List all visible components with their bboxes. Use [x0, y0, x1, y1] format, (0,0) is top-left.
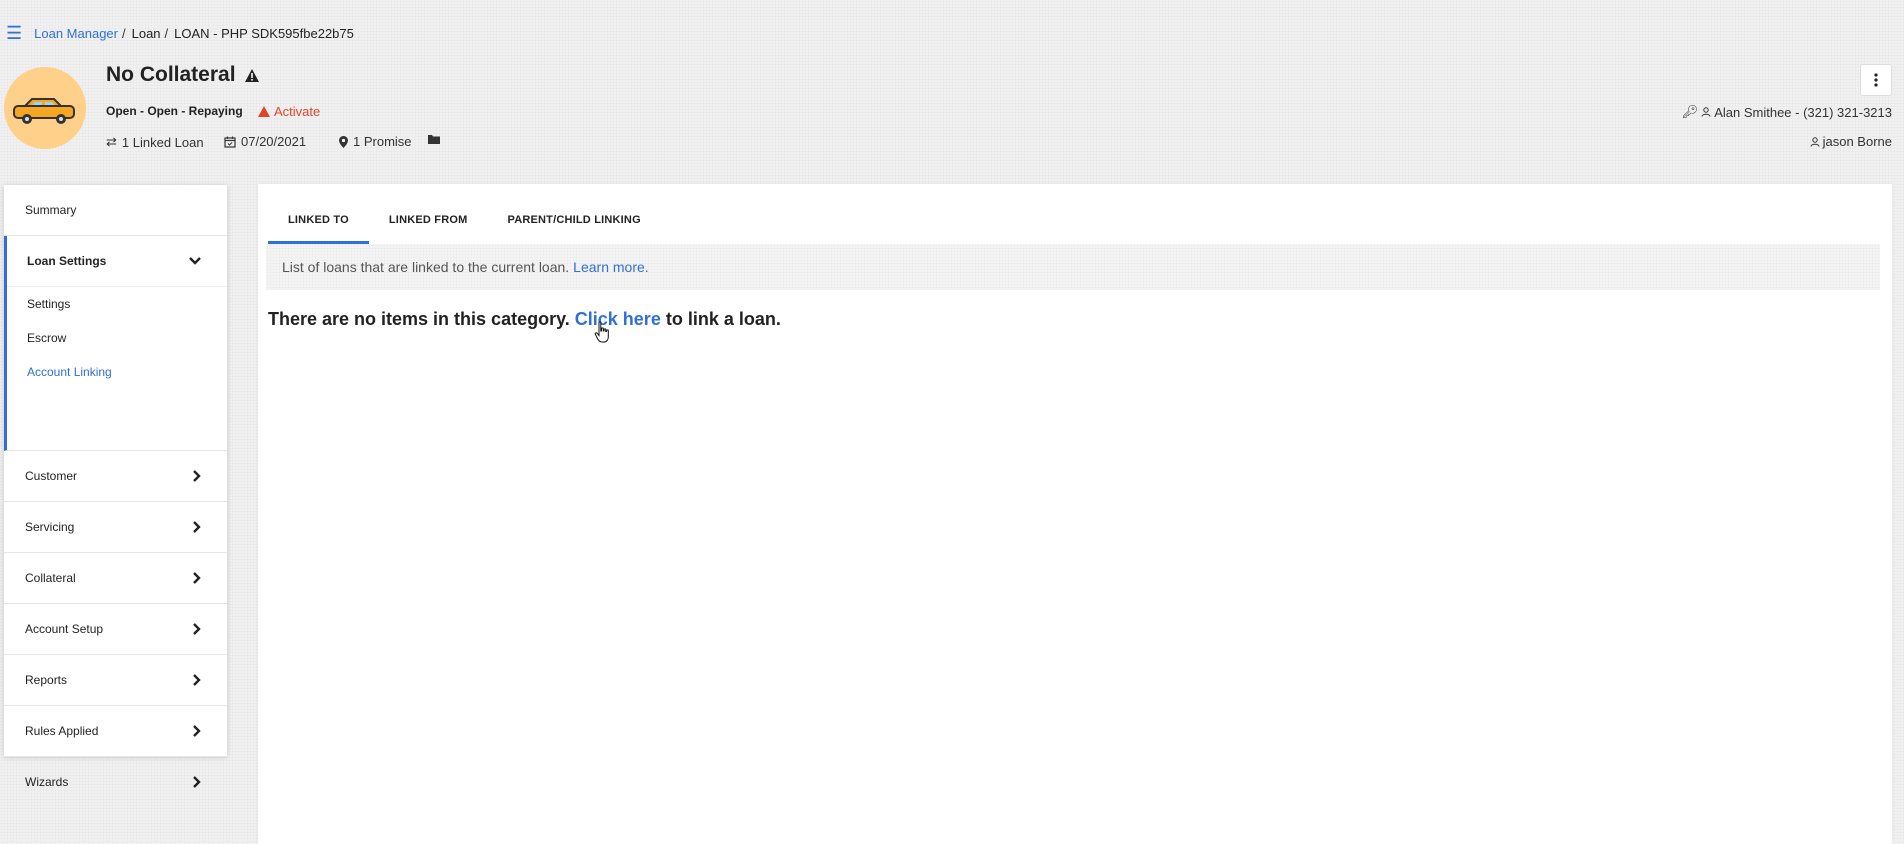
loan-date: 07/20/2021: [241, 134, 307, 149]
sidebar-item-rules-applied[interactable]: Rules Applied: [4, 706, 227, 757]
user-icon: [1810, 136, 1820, 147]
sidebar-item-summary[interactable]: Summary: [4, 185, 227, 236]
chevron-right-icon: [193, 776, 201, 788]
avatar: [4, 67, 86, 149]
sidebar-item-label: Wizards: [25, 775, 69, 789]
sidebar-item-label: Customer: [25, 469, 78, 483]
breadcrumb-loan: Loan: [131, 25, 161, 41]
activate-label: Activate: [274, 104, 321, 119]
contact-info: Alan Smithee - (321) 321-3213: [1714, 104, 1892, 120]
linked-loan-meta[interactable]: ⇄ 1 Linked Loan: [106, 134, 204, 150]
folder-meta[interactable]: [428, 134, 440, 144]
sidebar-item-account-setup[interactable]: Account Setup: [4, 604, 227, 655]
sidebar-item-label: Loan Settings: [27, 254, 107, 268]
assignee[interactable]: jason Borne: [1810, 134, 1892, 149]
sidebar-item-label: Account Setup: [25, 622, 104, 636]
sidebar-item-servicing[interactable]: Servicing: [4, 502, 227, 553]
activate-button[interactable]: Activate: [258, 104, 320, 119]
map-pin-icon: [339, 135, 348, 148]
tab-linked-to[interactable]: LINKED TO: [268, 210, 369, 244]
chevron-right-icon: [193, 674, 201, 686]
breadcrumb-current: LOAN - PHP SDK595fbe22b75: [174, 25, 354, 41]
promise-count: 1 Promise: [353, 134, 412, 149]
sidebar-item-label: Servicing: [25, 520, 75, 534]
sidebar-item-wizards[interactable]: Wizards: [4, 757, 227, 807]
chevron-right-icon: [193, 623, 201, 635]
sidebar-item-label: Summary: [25, 203, 77, 217]
chevron-right-icon: [193, 725, 201, 737]
promise-meta[interactable]: 1 Promise: [339, 134, 412, 149]
link-loan-link[interactable]: Click here: [575, 309, 661, 329]
breadcrumb-loan-manager[interactable]: Loan Manager: [34, 26, 118, 41]
kebab-menu-icon: [1874, 73, 1878, 87]
tab-linked-from[interactable]: LINKED FROM: [369, 210, 488, 244]
car-icon: [13, 98, 75, 124]
tab-parent-child-linking[interactable]: PARENT/CHILD LINKING: [487, 210, 660, 244]
chevron-right-icon: [193, 521, 201, 533]
empty-state-message: There are no items in this category. Cli…: [268, 309, 781, 330]
loan-status: Open - Open - Repaying: [106, 104, 243, 118]
sidebar-item-label: Rules Applied: [25, 724, 99, 738]
sidebar-item-loan-settings[interactable]: Loan Settings: [7, 236, 227, 287]
breadcrumb-separator: /: [121, 25, 126, 41]
empty-state-prefix: There are no items in this category.: [268, 309, 570, 329]
warning-icon: [244, 68, 259, 82]
assignee-name: jason Borne: [1822, 134, 1892, 149]
chevron-right-icon: [193, 572, 201, 584]
hamburger-menu-icon[interactable]: ☰: [6, 24, 22, 42]
page-title: No Collateral: [106, 63, 260, 87]
sidebar-item-collateral[interactable]: Collateral: [4, 553, 227, 604]
hand-cursor-icon: [594, 321, 609, 343]
info-banner: List of loans that are linked to the cur…: [266, 244, 1880, 290]
sidebar-subitem-escrow[interactable]: Escrow: [7, 321, 227, 355]
linked-loan-count: 1 Linked Loan: [121, 134, 204, 150]
key-icon: 🔑︎: [1681, 104, 1699, 119]
main-panel: LINKED TO LINKED FROM PARENT/CHILD LINKI…: [258, 184, 1892, 844]
calendar-icon: [224, 136, 236, 148]
swap-arrows-icon: ⇄: [106, 134, 117, 149]
sidebar-group-loan-settings: Loan Settings Settings Escrow Account Li…: [4, 236, 227, 451]
tab-bar: LINKED TO LINKED FROM PARENT/CHILD LINKI…: [268, 210, 661, 244]
breadcrumb: ☰ Loan Manager / Loan / LOAN - PHP SDK59…: [6, 24, 354, 42]
sidebar-subitem-settings[interactable]: Settings: [7, 287, 227, 321]
folder-icon: [428, 135, 440, 144]
warning-icon: [258, 106, 270, 117]
date-meta: 07/20/2021: [224, 134, 306, 149]
user-icon: [1701, 107, 1711, 117]
loan-title: No Collateral: [106, 63, 236, 86]
learn-more-link[interactable]: Learn more.: [573, 259, 648, 275]
sidebar-item-reports[interactable]: Reports: [4, 655, 227, 706]
sidebar-subitem-account-linking[interactable]: Account Linking: [7, 355, 227, 389]
more-options-button[interactable]: [1860, 64, 1892, 96]
chevron-right-icon: [193, 470, 201, 482]
sidebar-item-customer[interactable]: Customer: [4, 451, 227, 502]
info-text: List of loans that are linked to the cur…: [282, 259, 570, 275]
empty-state-suffix: to link a loan.: [665, 309, 781, 329]
primary-contact[interactable]: 🔑︎ Alan Smithee - (321) 321-3213: [1682, 104, 1892, 120]
sidebar-item-label: Reports: [25, 673, 68, 687]
sidebar-nav: Summary Loan Settings Settings Escrow Ac…: [4, 185, 227, 789]
breadcrumb-separator: /: [164, 25, 169, 41]
sidebar-item-label: Collateral: [25, 571, 76, 585]
chevron-down-icon: [189, 257, 201, 265]
